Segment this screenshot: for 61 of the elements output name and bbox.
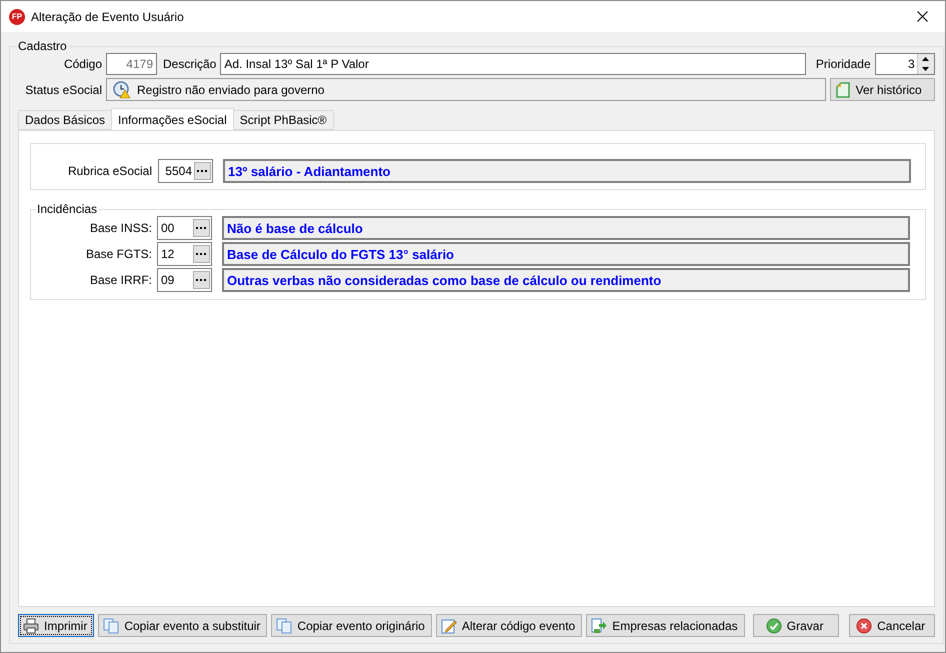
status-text: Registro não enviado para governo (137, 82, 324, 96)
field-label: Base INSS: (88, 221, 152, 235)
browse-button[interactable] (194, 162, 211, 180)
action-button[interactable]: Alterar código evento (436, 614, 582, 637)
field-label: Descrição (163, 57, 216, 71)
field-label: Código (62, 57, 102, 71)
incidence-description: Não é base de cálculo (222, 216, 910, 240)
action-button[interactable]: Empresas relacionadas (586, 614, 745, 637)
browse-button[interactable] (193, 245, 210, 263)
rubrica-description: 13º salário - Adiantamento (223, 159, 911, 183)
edit-icon (440, 618, 457, 634)
field-label: Prioridade (816, 57, 871, 71)
copy-icon (103, 618, 120, 634)
group-title: Incidências (36, 202, 98, 216)
browse-button[interactable] (193, 219, 210, 237)
dialog-button[interactable]: Cancelar (848, 614, 935, 637)
code-value: 00 (160, 221, 176, 235)
field-label: Rubrica eSocial (66, 164, 152, 178)
history-button[interactable]: Ver histórico (830, 78, 935, 101)
code-field[interactable]: 12 (157, 242, 212, 266)
rubrica-code-field[interactable]: 5504 (158, 159, 213, 183)
app-logo: FP (9, 8, 25, 24)
tab[interactable]: Script PhBasic® (232, 110, 334, 130)
field-label: Base IRRF: (88, 273, 152, 287)
code-field[interactable]: 4179 (106, 53, 157, 75)
warning-clock-icon (113, 80, 131, 98)
copy-icon (276, 618, 292, 634)
group-title: Cadastro (17, 39, 68, 53)
action-button[interactable]: Copiar evento originário (271, 614, 432, 637)
action-button[interactable]: Copiar evento a substituir (98, 614, 268, 637)
field-label: Status eSocial (24, 82, 102, 96)
priority-spinner[interactable]: 3 (874, 53, 935, 75)
code-value: 5504 (164, 164, 193, 178)
dialog-button[interactable]: Gravar (752, 614, 839, 637)
tab[interactable]: Informações eSocial (111, 108, 234, 130)
check-icon (766, 618, 782, 634)
ellipsis-icon (196, 226, 207, 230)
down-arrow-icon (922, 67, 930, 71)
close-icon (916, 11, 928, 22)
printer-icon (23, 618, 39, 634)
window-title: Alteração de Evento Usuário (31, 10, 185, 24)
action-button[interactable]: Imprimir (18, 614, 94, 637)
up-arrow-icon (922, 57, 930, 61)
ellipsis-icon (196, 252, 207, 256)
cancel-icon (856, 618, 872, 634)
ellipsis-icon (197, 170, 208, 172)
browse-button[interactable] (193, 271, 210, 289)
tab[interactable]: Dados Básicos (18, 110, 112, 130)
code-field[interactable]: 00 (157, 216, 212, 240)
document-icon (834, 82, 851, 98)
spin-up-button[interactable] (918, 54, 934, 64)
code-value: 12 (160, 247, 176, 261)
incidence-description: Outras verbas não consideradas como base de cálculo ou rendimento (222, 268, 910, 292)
spin-down-button[interactable] (918, 64, 934, 74)
code-field[interactable]: 09 (157, 268, 212, 292)
field-label: Base FGTS: (84, 247, 152, 261)
document-arrow-icon (591, 618, 608, 634)
incidence-description: Base de Cálculo do FGTS 13° salário (222, 242, 910, 266)
description-field[interactable]: Ad. Insal 13º Sal 1ª P Valor (220, 53, 806, 75)
code-value: 09 (160, 273, 176, 287)
ellipsis-icon (196, 278, 207, 282)
